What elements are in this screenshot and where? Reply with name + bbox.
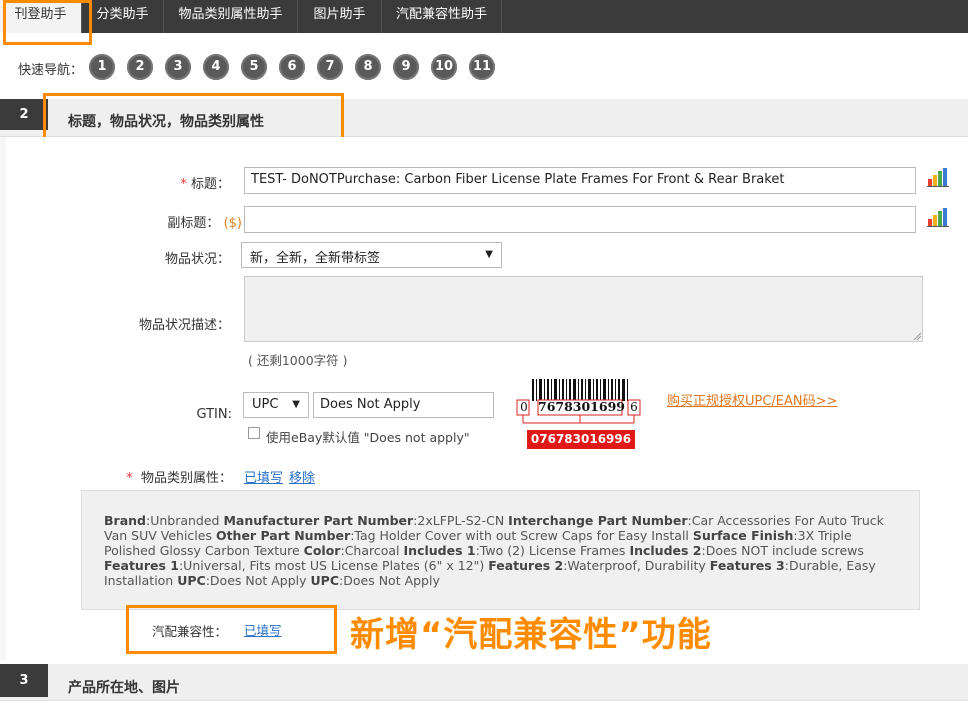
item-specific-key: Includes 1 bbox=[403, 543, 476, 558]
bar-chart-icon[interactable] bbox=[927, 207, 949, 227]
item-specific: Brand:Unbranded bbox=[104, 513, 219, 528]
dropdown-arrow-icon: ▼ bbox=[485, 249, 493, 260]
condition-selected-value: 新，全新，全新带标签 bbox=[250, 251, 381, 266]
required-mark: * bbox=[180, 177, 187, 192]
item-specific-value: :Does Not Apply bbox=[339, 573, 440, 588]
item-specific-value: :Waterproof, Durability bbox=[563, 558, 706, 573]
quick-nav-7[interactable]: 7 bbox=[317, 54, 343, 80]
ebay-default-checkbox[interactable] bbox=[248, 427, 260, 439]
tab-image-helper[interactable]: 图片助手 bbox=[298, 0, 382, 33]
subtitle-label: 副标题： ($) bbox=[150, 212, 242, 231]
title-label-text: 标题： bbox=[190, 177, 230, 192]
quick-nav-8[interactable]: 8 bbox=[355, 54, 381, 80]
condition-desc-textarea[interactable] bbox=[244, 276, 923, 342]
required-mark: * bbox=[126, 471, 133, 486]
subtitle-input[interactable] bbox=[244, 206, 916, 233]
buy-upc-link[interactable]: 购买正规授权UPC/EAN码>> bbox=[667, 390, 837, 409]
item-specific-value: :Tag Holder Cover with out Screw Caps fo… bbox=[350, 528, 689, 543]
item-specific-value: :Does Not Apply bbox=[205, 573, 307, 588]
quick-nav-2[interactable]: 2 bbox=[127, 54, 153, 80]
quick-nav-9[interactable]: 9 bbox=[393, 54, 419, 80]
condition-desc-label: 物品状况描述： bbox=[138, 318, 230, 333]
barcode-middle-digits: 7678301699 bbox=[538, 399, 625, 414]
category-attr-remove-link[interactable]: 移除 bbox=[289, 467, 315, 486]
category-attr-filled-link[interactable]: 已填写 bbox=[244, 467, 283, 486]
tab-item-specifics-helper[interactable]: 物品类别属性助手 bbox=[164, 0, 298, 33]
item-specifics-summary: Brand:Unbranded Manufacturer Part Number… bbox=[81, 490, 920, 610]
item-specific: Color:Charcoal bbox=[304, 543, 400, 558]
quick-nav-5[interactable]: 5 bbox=[241, 54, 267, 80]
barcode-image: 0 7678301699 6 076783016996 bbox=[506, 375, 656, 453]
item-specific-value: :Does NOT include screws bbox=[701, 543, 864, 558]
dropdown-arrow-icon: ▼ bbox=[292, 399, 300, 410]
gtin-type-select[interactable]: UPC ▼ bbox=[243, 392, 309, 418]
resize-handle-icon[interactable] bbox=[913, 332, 922, 341]
quick-nav-3[interactable]: 3 bbox=[165, 54, 191, 80]
item-specific-value: :2xLFPL-S2-CN bbox=[413, 513, 505, 528]
section-3-number: 3 bbox=[0, 664, 48, 697]
item-specific: UPC:Does Not Apply bbox=[311, 573, 440, 588]
quick-nav-label: 快速导航： bbox=[18, 63, 84, 78]
item-specific-value: :Two (2) License Frames bbox=[475, 543, 626, 558]
item-specific: Manufacturer Part Number:2xLFPL-S2-CN bbox=[223, 513, 504, 528]
gtin-label: GTIN: bbox=[196, 407, 233, 422]
item-specific-key: Other Part Number bbox=[215, 528, 351, 543]
quick-nav-6[interactable]: 6 bbox=[279, 54, 305, 80]
item-specific-key: Color bbox=[303, 543, 341, 558]
highlight-box-compat bbox=[126, 605, 337, 654]
barcode-full-number: 076783016996 bbox=[530, 432, 632, 446]
bar-chart-icon[interactable] bbox=[927, 167, 949, 187]
item-specific-key: Surface Finish bbox=[692, 528, 794, 543]
quick-nav-1[interactable]: 1 bbox=[89, 54, 115, 80]
barcode-right-digit: 6 bbox=[630, 400, 638, 414]
condition-select[interactable]: 新，全新，全新带标签 ▼ bbox=[241, 242, 502, 268]
subtitle-label-text: 副标题： bbox=[167, 216, 220, 231]
item-specific: Includes 1:Two (2) License Frames bbox=[404, 543, 626, 558]
item-specific-key: Manufacturer Part Number bbox=[223, 513, 414, 528]
item-specific: Features 1:Universal, Fits most US Licen… bbox=[104, 558, 484, 573]
tab-category-helper[interactable]: 分类助手 bbox=[82, 0, 164, 33]
title-input[interactable]: TEST- DoNOTPurchase: Carbon Fiber Licens… bbox=[244, 167, 916, 194]
title-label: * 标题： bbox=[160, 173, 230, 192]
item-specific: Other Part Number:Tag Holder Cover with … bbox=[216, 528, 689, 543]
item-specific-value: :Unbranded bbox=[145, 513, 220, 528]
ebay-default-label: 使用eBay默认值 "Does not apply" bbox=[266, 430, 470, 445]
annotation-new-feature: 新增“汽配兼容性”功能 bbox=[350, 615, 712, 655]
item-specific-key: Features 2 bbox=[488, 558, 564, 573]
highlight-box-tab bbox=[3, 0, 92, 45]
subtitle-price-tag: ($) bbox=[223, 216, 242, 231]
condition-label: 物品状况： bbox=[164, 252, 230, 267]
category-attr-label: * 物品类别属性： bbox=[110, 467, 232, 486]
quick-nav-11[interactable]: 11 bbox=[469, 54, 495, 80]
chars-remaining: ( 还剩1000字符 ) bbox=[248, 353, 348, 368]
category-attr-label-text: 物品类别属性： bbox=[140, 471, 232, 486]
item-specific-value: :Universal, Fits most US License Plates … bbox=[178, 558, 485, 573]
item-specific-key: UPC bbox=[177, 573, 206, 588]
section-2-number: 2 bbox=[0, 99, 48, 130]
section-3-title: 产品所在地、图片 bbox=[68, 680, 180, 696]
gtin-value-input[interactable]: Does Not Apply bbox=[313, 392, 494, 418]
item-specific: Features 2:Waterproof, Durability bbox=[488, 558, 706, 573]
gtin-type-value: UPC bbox=[252, 397, 279, 412]
listing-helper-page: 刊登助手 分类助手 物品类别属性助手 图片助手 汽配兼容性助手 快速导航： 1 … bbox=[0, 0, 968, 701]
item-specific-key: Features 1 bbox=[104, 558, 179, 573]
quick-nav-4[interactable]: 4 bbox=[203, 54, 229, 80]
item-specific-key: Brand bbox=[104, 513, 146, 528]
item-specific: UPC:Does Not Apply bbox=[177, 573, 306, 588]
item-specific-key: Includes 2 bbox=[629, 543, 702, 558]
item-specific: Includes 2:Does NOT include screws bbox=[629, 543, 863, 558]
quick-nav-10[interactable]: 10 bbox=[431, 54, 457, 80]
item-specific-key: Interchange Part Number bbox=[508, 513, 688, 528]
item-specific-value: :Charcoal bbox=[340, 543, 400, 558]
tab-parts-compat-helper[interactable]: 汽配兼容性助手 bbox=[382, 0, 502, 33]
item-specific-key: UPC bbox=[310, 573, 340, 588]
tab-bar: 刊登助手 分类助手 物品类别属性助手 图片助手 汽配兼容性助手 bbox=[0, 0, 968, 33]
item-specific-key: Features 3 bbox=[709, 558, 785, 573]
barcode-left-digit: 0 bbox=[520, 400, 528, 414]
